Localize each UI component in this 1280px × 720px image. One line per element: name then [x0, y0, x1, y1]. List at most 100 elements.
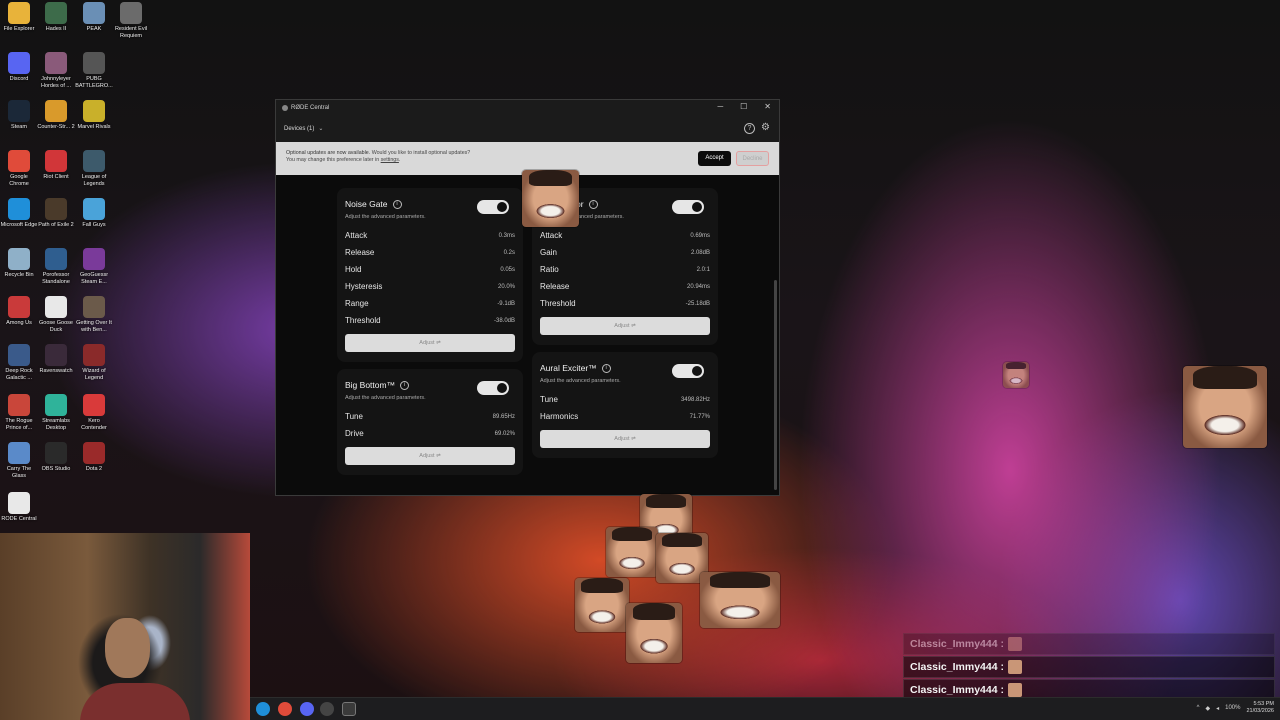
emote-overlay-image [522, 170, 579, 227]
desktop-icon[interactable]: Recycle Bin [0, 248, 38, 279]
desktop-icon[interactable]: Streamlabs Desktop [37, 394, 75, 431]
aural-exciter-toggle[interactable] [672, 364, 704, 378]
param-name: Ratio [540, 265, 559, 274]
aural-exciter-adjust-button[interactable]: Adjust ⇌ [540, 430, 710, 448]
desktop-icon[interactable]: Ravenswatch [37, 344, 75, 375]
edge-taskbar-icon[interactable] [256, 702, 270, 716]
desktop-icon[interactable]: Deep Rock Galactic ... [0, 344, 38, 381]
decline-button[interactable]: Decline [736, 151, 769, 166]
banner-hint: You may change this preference later in [286, 157, 381, 163]
desktop-icon-label: File Explorer [3, 26, 35, 32]
battery-label[interactable]: 100% [1225, 705, 1240, 711]
app-icon [83, 52, 105, 74]
desktop-icon[interactable]: PEAK [75, 2, 113, 33]
minimize-button[interactable]: ─ [717, 102, 723, 111]
desktop-icon[interactable]: Google Chrome [0, 150, 38, 187]
desktop-icon-label: Carry The Glass [6, 466, 32, 479]
param-name: Release [540, 282, 570, 291]
maximize-button[interactable]: ☐ [740, 102, 747, 111]
desktop-icon[interactable]: GeoGuessr Steam E... [75, 248, 113, 285]
discord-taskbar-icon[interactable] [300, 702, 314, 716]
desktop-icon-label: Streamlabs Desktop [42, 418, 70, 431]
desktop-icon[interactable]: Dota 2 [75, 442, 113, 473]
desktop-icon[interactable]: RODE Central [0, 492, 38, 523]
app-icon [45, 150, 67, 172]
app-logo-icon [282, 104, 288, 111]
app-icon [83, 150, 105, 172]
chrome-taskbar-icon[interactable] [278, 702, 292, 716]
desktop-icon[interactable]: Kero Contender [75, 394, 113, 431]
app-icon [83, 344, 105, 366]
chat-emote-icon [1007, 660, 1022, 674]
desktop-icon[interactable]: Marvel Rivals [75, 100, 113, 131]
param-name: Tune [345, 412, 363, 421]
compressor-adjust-button[interactable]: Adjust ⇌ [540, 317, 710, 335]
desktop-icon[interactable]: Counter-Str... 2 [37, 100, 75, 131]
desktop-icon[interactable]: Steam [0, 100, 38, 131]
noise-gate-toggle[interactable] [477, 200, 509, 214]
app-icon [8, 492, 30, 514]
desktop-icon[interactable]: Path of Exile 2 [37, 198, 75, 229]
desktop-icon[interactable]: Microsoft Edge [0, 198, 38, 229]
tray-chevron-icon[interactable]: ^ [1197, 705, 1200, 711]
desktop-icon[interactable]: Riot Client [37, 150, 75, 181]
param-name: Threshold [540, 299, 576, 308]
chat-username: Classic_Immy444 : [910, 684, 1004, 696]
param-row: Release 0.2s [345, 244, 515, 261]
banner-hint-end: . [398, 157, 401, 163]
title-bar[interactable]: RØDE Central ─ ☐ ✕ [276, 100, 779, 115]
desktop-icon[interactable]: Among Us [0, 296, 38, 327]
info-icon[interactable]: i [400, 380, 410, 390]
desktop-icon[interactable]: League of Legends [75, 150, 113, 187]
desktop-icon[interactable]: Wizard of Legend [75, 344, 113, 381]
info-icon[interactable]: i [392, 199, 402, 209]
app-icon [45, 100, 67, 122]
noise-gate-panel: Noise Gate i Adjust the advanced paramet… [337, 188, 523, 362]
obs-taskbar-icon[interactable] [320, 702, 334, 716]
desktop-icon[interactable]: The Rogue Prince of... [0, 394, 38, 431]
desktop-icon[interactable]: Carry The Glass [0, 442, 38, 479]
desktop-icon-label: Riot Client [43, 174, 69, 180]
desktop-icon[interactable]: Porofessor Standalone [37, 248, 75, 285]
desktop-icon[interactable]: Discord [0, 52, 38, 83]
volume-icon[interactable]: ◂ [1216, 705, 1219, 712]
chat-username: Classic_Immy444 : [910, 638, 1004, 650]
desktop-icon[interactable]: PUBG BATTLEGRO... [75, 52, 113, 89]
rode-taskbar-icon[interactable] [342, 702, 356, 716]
desktop-icon[interactable]: Getting Over It with Ben... [75, 296, 113, 333]
desktop-icon-label: Hades II [45, 26, 67, 32]
app-icon [83, 2, 105, 24]
help-icon[interactable]: ? [744, 123, 755, 134]
settings-link[interactable]: settings [381, 157, 399, 163]
scrollbar[interactable] [774, 280, 777, 490]
accept-button[interactable]: Accept [698, 151, 731, 166]
desktop-icon[interactable]: OBS Studio [37, 442, 75, 473]
param-value: 71.77% [689, 413, 710, 420]
devices-dropdown[interactable]: Devices (1) [284, 126, 314, 132]
info-icon[interactable]: i [601, 363, 611, 373]
app-icon [83, 248, 105, 270]
desktop-icon[interactable]: Goose Goose Duck [37, 296, 75, 333]
desktop-icon[interactable]: Hades II [37, 2, 75, 33]
wifi-icon[interactable]: ◆ [1205, 705, 1210, 712]
compressor-toggle[interactable] [672, 200, 704, 214]
gear-icon[interactable]: ⚙ [760, 123, 771, 134]
clock-time: 5:53 PM [1253, 701, 1274, 707]
big-bottom-toggle[interactable] [477, 381, 509, 395]
noise-gate-adjust-button[interactable]: Adjust ⇌ [345, 334, 515, 352]
info-icon[interactable]: i [588, 199, 598, 209]
param-row: Attack 0.3ms [345, 227, 515, 244]
desktop-icon[interactable]: Resident Evil Requiem [112, 2, 150, 39]
chevron-down-icon[interactable]: ⌄ [318, 125, 323, 132]
close-button[interactable]: ✕ [764, 102, 771, 111]
chat-emote-icon [1007, 637, 1022, 651]
big-bottom-adjust-button[interactable]: Adjust ⇌ [345, 447, 515, 465]
emote-overlay-image [1003, 362, 1029, 388]
desktop-icon[interactable]: Fall Guys [75, 198, 113, 229]
clock[interactable]: 5:53 PM 21/03/2026 [1246, 701, 1274, 715]
streamer-shirt [80, 683, 190, 720]
system-tray: ^ ◆ ◂ 100% 5:53 PM 21/03/2026 [1197, 701, 1274, 715]
desktop-icon[interactable]: File Explorer [0, 2, 38, 33]
desktop-icon[interactable]: Johnnyleyer Hordes of ... [37, 52, 75, 89]
app-icon [8, 2, 30, 24]
